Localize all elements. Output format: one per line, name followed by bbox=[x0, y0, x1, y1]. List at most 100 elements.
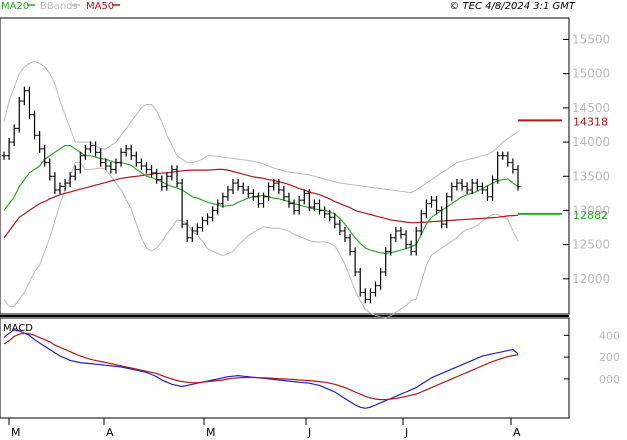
ohlc-bar bbox=[444, 192, 450, 229]
price-tick-label: 13500 bbox=[572, 169, 610, 183]
macd-title: MACD bbox=[3, 323, 33, 334]
ohlc-bar bbox=[210, 206, 216, 222]
macd-line bbox=[3, 329, 519, 409]
ohlc-bar bbox=[291, 199, 297, 215]
month-tick-label: M bbox=[11, 426, 21, 439]
ohlc-bar bbox=[490, 175, 496, 201]
price-tick-label: 15000 bbox=[572, 67, 610, 81]
ohlc-bar bbox=[57, 182, 63, 195]
ohlc-bar bbox=[474, 178, 480, 191]
ohlc-bar bbox=[322, 206, 328, 218]
ohlc-bar bbox=[47, 158, 53, 181]
ohlc-bar bbox=[495, 151, 501, 184]
badge-label: 14318 bbox=[573, 115, 608, 128]
ohlc-bar bbox=[215, 199, 221, 215]
ohlc-bar bbox=[428, 196, 434, 208]
ohlc-bar bbox=[286, 192, 292, 208]
month-tick-label: J bbox=[307, 426, 311, 439]
ohlc-bar bbox=[21, 86, 27, 106]
ohlc-bar bbox=[240, 182, 246, 195]
ohlc-bar bbox=[367, 288, 373, 304]
badge-label: 12882 bbox=[573, 209, 608, 222]
moving-averages bbox=[3, 144, 519, 255]
ohlc-bar bbox=[505, 151, 511, 167]
ohlc-bar bbox=[149, 165, 155, 177]
ohlc-bar bbox=[225, 185, 231, 201]
ohlc-bar bbox=[245, 185, 251, 198]
ohlc-bar bbox=[113, 158, 119, 174]
ohlc-bar bbox=[459, 178, 465, 191]
ohlc-bar bbox=[378, 267, 384, 290]
ohlc-bar bbox=[398, 226, 404, 239]
ohlc-bar bbox=[510, 158, 516, 174]
price-tick-label: 14000 bbox=[572, 135, 610, 149]
ohlc-bar bbox=[118, 148, 124, 167]
macd-axis: 000 200 400 bbox=[564, 329, 620, 386]
ohlc-bar bbox=[230, 178, 236, 195]
bb-upper-line bbox=[3, 60, 519, 194]
ohlc-bar bbox=[337, 220, 343, 236]
price-tick-label: 12000 bbox=[572, 272, 610, 286]
ohlc-bar bbox=[108, 161, 114, 174]
ohlc-bar bbox=[52, 172, 58, 195]
ohlc-bar bbox=[93, 141, 99, 157]
macd-panel-frame bbox=[0, 317, 570, 419]
macd-lines bbox=[3, 329, 519, 409]
price-tick-label: 12500 bbox=[572, 238, 610, 252]
ohlc-bar bbox=[250, 189, 256, 201]
bb-lower-line bbox=[3, 162, 519, 319]
month-tick-label: A bbox=[513, 426, 521, 439]
ohlc-bar bbox=[434, 196, 440, 215]
ohlc-bar bbox=[123, 144, 129, 157]
month-tick-label: J bbox=[404, 426, 408, 439]
legend-bbands-label: BBands bbox=[40, 1, 78, 12]
ohlc-bar bbox=[347, 233, 353, 256]
ohlc-bar bbox=[454, 178, 460, 191]
macd-tick-label: 400 bbox=[599, 329, 620, 342]
ohlc-bar bbox=[464, 182, 470, 195]
legend: MA20 BBands MA50 bbox=[1, 1, 120, 12]
ohlc-bar bbox=[255, 192, 261, 208]
ohlc-bar bbox=[164, 172, 170, 191]
legend-ma20-label: MA20 bbox=[1, 1, 29, 12]
macd-signal-line bbox=[3, 332, 519, 401]
month-tick-label: M bbox=[206, 426, 216, 439]
ohlc-bar bbox=[301, 189, 307, 205]
ohlc-bar bbox=[449, 182, 455, 201]
price-axis: 1200012500130001350014000145001500015500 bbox=[563, 33, 610, 286]
ohlc-bar bbox=[32, 110, 38, 140]
ohlc-bar bbox=[133, 151, 139, 167]
price-tick-label: 15500 bbox=[572, 33, 610, 47]
ohlc-bar bbox=[373, 281, 379, 297]
ohlc-bar bbox=[199, 216, 205, 232]
ma20-line bbox=[3, 144, 519, 255]
ohlc-bar bbox=[515, 165, 521, 191]
chart-canvas: 1200012500130001350014000145001500015500… bbox=[0, 1, 620, 439]
ohlc-bar bbox=[235, 178, 241, 191]
ohlc-bar bbox=[484, 185, 490, 201]
macd-tick-label: 200 bbox=[599, 351, 620, 364]
ohlc-bar bbox=[1, 151, 7, 160]
month-axis: MAMJJA bbox=[8, 418, 521, 439]
ohlc-bar bbox=[42, 144, 48, 167]
ohlc-bar bbox=[403, 230, 409, 249]
legend-ma50-label: MA50 bbox=[86, 1, 114, 12]
ohlc-bar bbox=[469, 178, 475, 195]
ma50-line bbox=[3, 168, 519, 239]
ohlc-bar bbox=[500, 151, 506, 160]
ohlc-bar bbox=[82, 144, 88, 160]
ohlc-bar bbox=[393, 226, 399, 242]
ohlc-bar bbox=[138, 158, 144, 171]
month-tick-label: A bbox=[106, 426, 114, 439]
ohlc-bar bbox=[357, 267, 363, 297]
ohlc-bar bbox=[423, 199, 429, 218]
ohlc-bar bbox=[261, 192, 267, 208]
ohlc-bar bbox=[26, 86, 32, 119]
ohlc-bar bbox=[128, 144, 134, 160]
ohlc-bar bbox=[317, 199, 323, 215]
ohlc-bar bbox=[266, 182, 272, 201]
ohlc-bar bbox=[154, 168, 160, 184]
ohlc-bar bbox=[383, 247, 389, 277]
ohlc-bar bbox=[205, 213, 211, 225]
ohlc-bar bbox=[6, 137, 12, 160]
